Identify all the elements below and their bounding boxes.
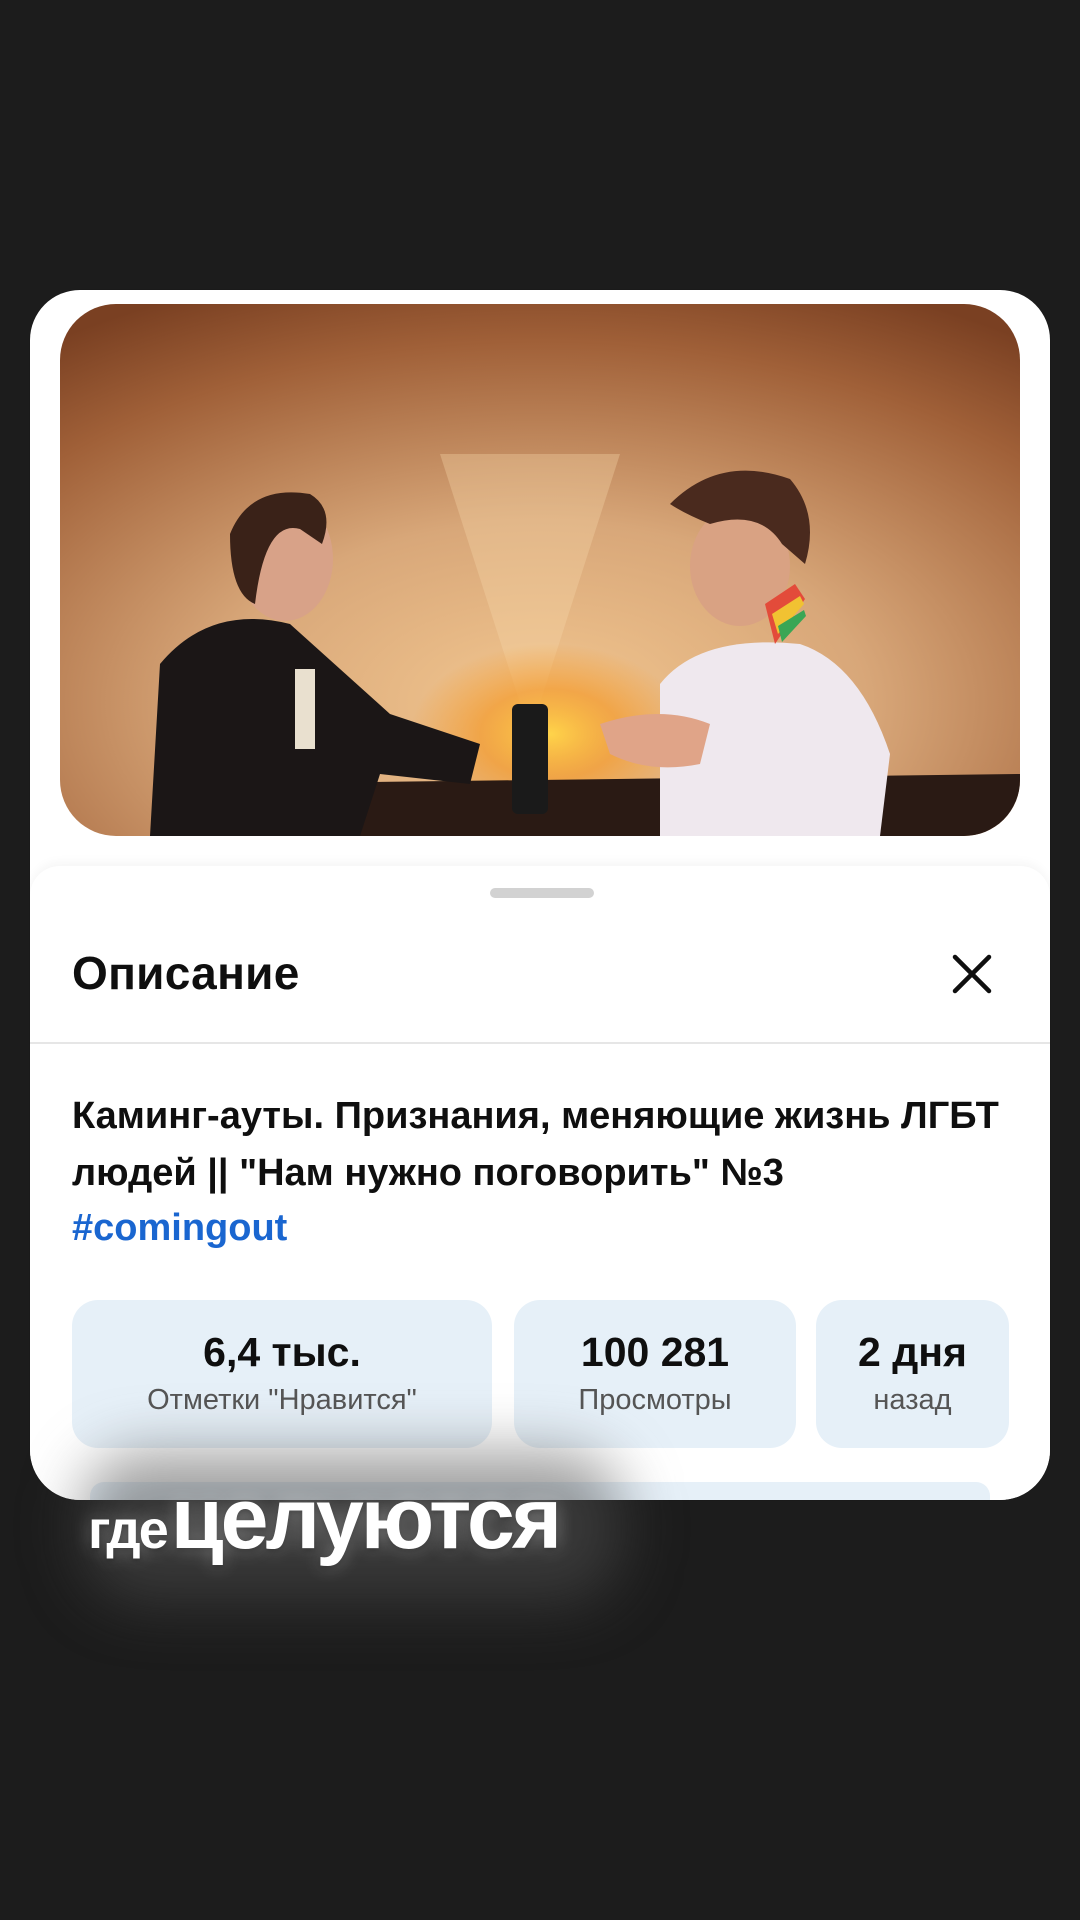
views-label: Просмотры [578,1384,732,1416]
caption-word-2: целуются [170,1471,562,1567]
sheet-drag-handle[interactable] [490,888,594,898]
sheet-title: Описание [72,947,300,999]
video-card: Описание Каминг-ауты. Признания, меняющи… [30,290,1050,1500]
likes-stat: 6,4 тыс. Отметки "Нравится" [72,1300,492,1448]
date-label: назад [873,1384,952,1416]
date-value: 2 дня [858,1329,967,1375]
likes-label: Отметки "Нравится" [147,1384,417,1416]
header-divider [30,1042,1050,1044]
description-sheet: Описание Каминг-ауты. Признания, меняющи… [30,866,1050,1500]
close-button[interactable] [948,950,996,998]
caption-word-1: где [88,1500,169,1560]
story-screen: Описание Каминг-ауты. Признания, меняющи… [0,0,1080,1920]
video-thumbnail[interactable] [60,304,1020,836]
likes-count: 6,4 тыс. [203,1329,361,1375]
subtitle-caption: гдецелуются [88,1470,562,1569]
date-stat: 2 дня назад [816,1300,1009,1448]
close-icon [952,954,992,994]
views-stat: 100 281 Просмотры [514,1300,796,1448]
video-frame-image [60,304,1020,836]
views-count: 100 281 [580,1329,730,1375]
hashtag-link[interactable]: #comingout [72,1200,287,1257]
video-title: Каминг-ауты. Признания, меняющие жизнь Л… [72,1095,999,1194]
